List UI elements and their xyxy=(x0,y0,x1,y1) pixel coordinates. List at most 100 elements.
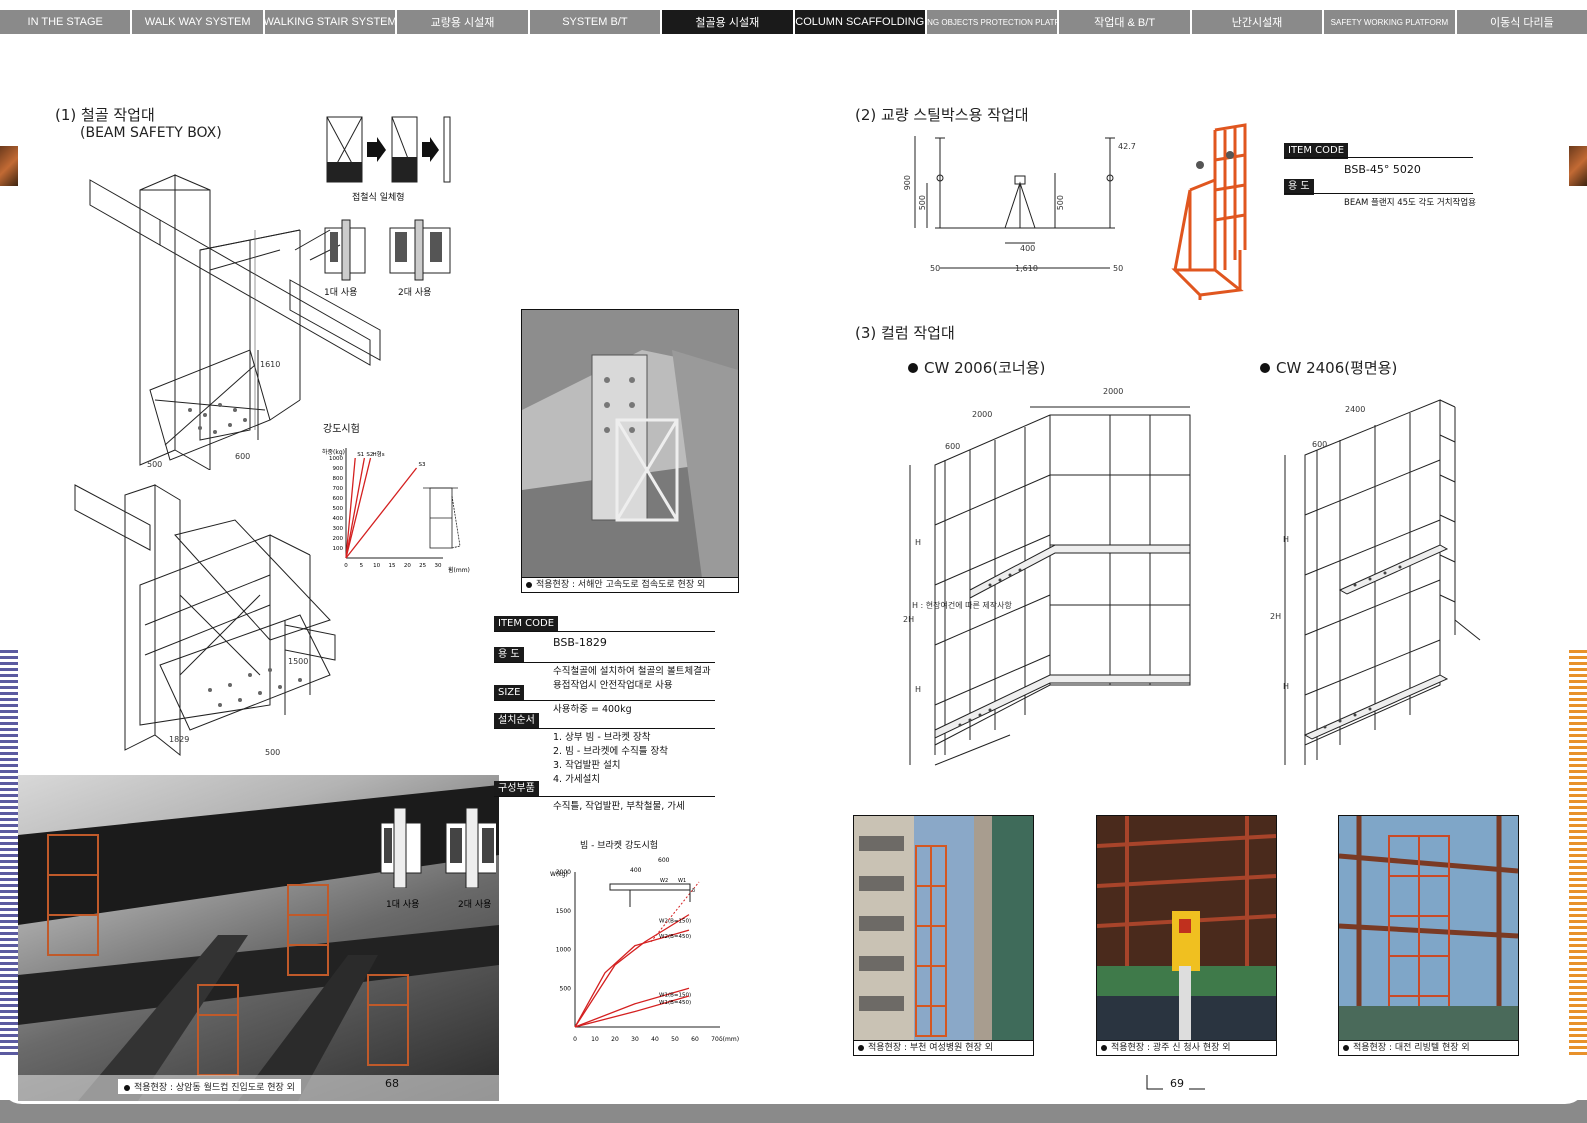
chart2-inset-beam xyxy=(609,883,691,891)
dim2-1610: 1,610 xyxy=(1015,264,1038,273)
size-text: 사용하중 = 400kg xyxy=(553,704,632,715)
use-text-1: 수직철골에 설치하여 철골의 볼트체결과 xyxy=(553,666,711,677)
chart2-ytick: 500 xyxy=(560,985,572,992)
size-label: SIZE xyxy=(494,685,525,701)
chart1-inset-stroke xyxy=(451,495,461,549)
install-label: 설치순서 xyxy=(494,713,539,729)
use-text-right: BEAM 플랜지 45도 각도 거치작업용 xyxy=(1344,198,1476,208)
right-edge-photo-strip xyxy=(1569,146,1587,186)
parts-text: 수직틀, 작업발판, 부착철물, 가세 xyxy=(553,801,685,812)
cw2406-dim-h1: H xyxy=(1283,535,1290,544)
tab-0[interactable]: IN THE STAGE xyxy=(0,10,131,34)
chart2-xtick: 40 xyxy=(651,1036,659,1043)
site-photo-gwangju-scene xyxy=(1097,816,1276,1041)
section1-title: (1) 철골 작업대 xyxy=(55,106,155,124)
bullet-icon xyxy=(858,1044,864,1051)
cw2006-note: H : 현장여건에 따른 제작사항 xyxy=(912,601,1012,610)
tab-2[interactable]: WALKING STAIR SYSTEM xyxy=(264,10,396,34)
spec-divider xyxy=(1284,157,1473,158)
site-photo-gwangju-caption-text: 적용현장 : 광주 신 청사 현장 외 xyxy=(1111,1043,1231,1053)
site-photo-bucheon-caption: 적용현장 : 부천 여성병원 현장 외 xyxy=(854,1040,1033,1055)
chart1-series-label: H형s xyxy=(373,451,385,458)
tab-4[interactable]: SYSTEM B/T xyxy=(529,10,661,34)
use-label: 용 도 xyxy=(494,647,524,663)
site-photo-bucheon-caption-text: 적용현장 : 부천 여성병원 현장 외 xyxy=(868,1043,993,1053)
site-photo-seohaean-scene xyxy=(522,310,738,578)
usage-diagram-small xyxy=(324,219,451,281)
cw2006-dim-2h: 2H xyxy=(903,615,915,624)
chart1-series-label: S3 xyxy=(419,462,426,468)
item-code-value: BSB-1829 xyxy=(553,636,607,649)
section1-subtitle: (BEAM SAFETY BOX) xyxy=(80,125,222,141)
left-edge-stripes xyxy=(0,650,18,1055)
tab-5[interactable]: 철골용 시설재 xyxy=(662,10,793,34)
site-photo-sangam: 1대 사용 2대 사용 적용현장 : 상암동 월드컵 진입도로 현장 외 xyxy=(18,775,499,1101)
steel-box-platform-drawing xyxy=(914,136,1115,269)
chart1-xtick: 15 xyxy=(389,563,396,569)
chart2-xtick: 10 xyxy=(591,1036,599,1043)
right-edge-stripes xyxy=(1569,650,1587,1055)
section3-title: (3) 컬럼 작업대 xyxy=(855,324,955,342)
tab-7[interactable]: FALLING OBJECTS PROTECTION PLATFORM xyxy=(926,10,1058,34)
photo-usage-diagram xyxy=(380,807,496,888)
tab-9[interactable]: 난간시설재 xyxy=(1191,10,1323,34)
install-step-3: 3. 작업발판 설치 xyxy=(553,760,621,771)
chart2-series-label: W2(B=150) xyxy=(659,919,691,925)
cw2406-title-text: CW 2406(평면용) xyxy=(1276,359,1398,377)
dim-1829: 1829 xyxy=(169,735,190,744)
site-photo-bucheon-scene xyxy=(854,816,1033,1041)
cw2006-dim-left: 2000 xyxy=(972,410,993,419)
chart1-series-label: S1 xyxy=(357,452,364,458)
cw2406-dim-top: 2400 xyxy=(1345,405,1366,414)
dim2-500-right: 500 xyxy=(1056,195,1065,211)
cw2406-title: CW 2406(평면용) xyxy=(1260,357,1397,378)
tab-1[interactable]: WALK WAY SYSTEM xyxy=(132,10,263,34)
tab-3[interactable]: 교량용 시설재 xyxy=(397,10,528,34)
tab-6[interactable]: COLUMN SCAFFOLDING xyxy=(794,10,925,34)
spec-divider xyxy=(1284,193,1473,194)
cw2406-dim-h2: H xyxy=(1283,682,1290,691)
chart2-ytick: 2000 xyxy=(556,869,571,876)
chart1-ylabel: 하중(kg) xyxy=(322,448,345,456)
folding-sequence-diagram xyxy=(326,116,451,183)
page-number-bracket xyxy=(1146,1075,1205,1090)
top-tab-bar: IN THE STAGE WALK WAY SYSTEM WALKING STAIR… xyxy=(0,10,1587,34)
chart1-ytick: 1000 xyxy=(329,456,343,462)
bullet-icon xyxy=(908,363,918,373)
dim2-500-left: 500 xyxy=(918,195,927,211)
spec-divider xyxy=(494,700,715,701)
chart1-xtick: 10 xyxy=(373,563,380,569)
bullet-icon xyxy=(1343,1044,1349,1051)
dim2-42-7: 42.7 xyxy=(1118,142,1136,151)
fold-caption: 접철식 일체형 xyxy=(352,193,405,203)
parts-label: 구성부품 xyxy=(494,781,539,797)
cw2406-dim-2h: 2H xyxy=(1270,612,1282,621)
dim2-400: 400 xyxy=(1020,244,1036,253)
bullet-icon xyxy=(1101,1044,1107,1051)
use2-caption: 2대 사용 xyxy=(398,288,432,298)
use-text-2: 용접작업시 안전작업대로 사용 xyxy=(553,680,673,691)
tab-10[interactable]: SAFETY WORKING PLATFORM xyxy=(1324,10,1455,34)
tab-8[interactable]: 작업대 & B/T xyxy=(1059,10,1190,34)
bracket-strength-chart: W(kg)δ(mm)2000150010005000 10 20 30 40 50 60 70… xyxy=(550,857,739,1043)
cw2006-drawing xyxy=(909,406,1191,766)
chart2-series-line xyxy=(574,914,690,1028)
chart2-series-label: W1(B=450) xyxy=(659,1000,691,1006)
spec-divider xyxy=(494,662,715,663)
dim-500-top: 500 xyxy=(147,460,163,469)
photo-use2-caption: 2대 사용 xyxy=(458,900,492,910)
section2-title: (2) 교량 스틸박스용 작업대 xyxy=(855,106,1029,124)
chart2-inset-dim: 400 xyxy=(630,867,642,874)
chart1-series-line xyxy=(345,457,366,559)
spec-divider xyxy=(494,728,715,729)
cw2006-dim-h2: H xyxy=(915,685,922,694)
item-code-label: ITEM CODE xyxy=(494,616,559,632)
dim2-50-left: 50 xyxy=(930,264,941,273)
photo-use1-caption: 1대 사용 xyxy=(386,900,420,910)
cw2006-title-text: CW 2006(코너용) xyxy=(924,359,1046,377)
tab-11[interactable]: 이동식 다리들 xyxy=(1456,10,1587,34)
cw2406-dim-600: 600 xyxy=(1312,440,1328,449)
site-photo-daejeon-scene xyxy=(1339,816,1518,1041)
bsb45-product-image xyxy=(1171,123,1247,300)
chart2-series-label: W2(B=450) xyxy=(659,934,691,940)
